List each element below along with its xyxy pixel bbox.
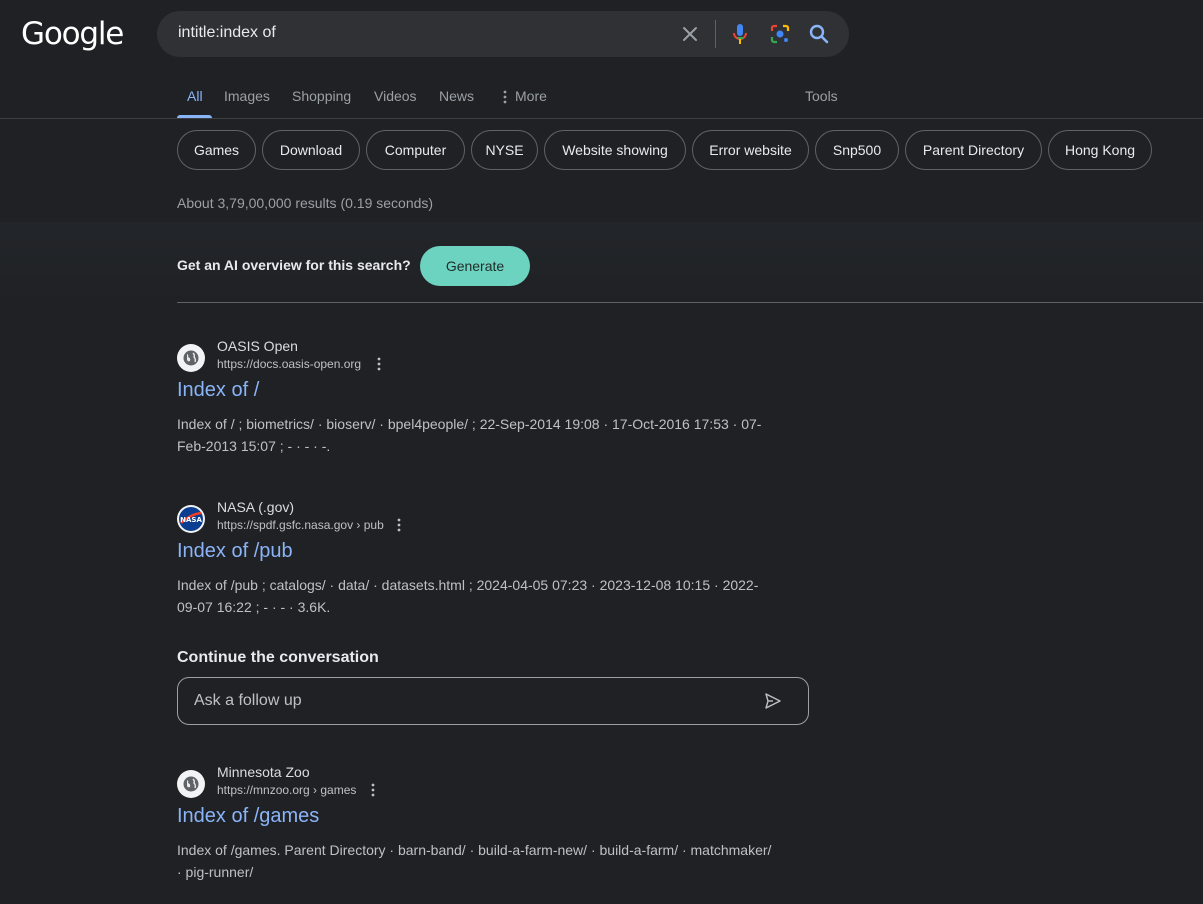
globe-icon (183, 776, 199, 792)
chip-nyse[interactable]: NYSE (471, 130, 538, 170)
tab-videos[interactable]: Videos (374, 88, 417, 104)
follow-up-input[interactable] (194, 678, 754, 724)
result-url[interactable]: https://mnzoo.org › games (217, 783, 356, 797)
follow-up-box (177, 677, 809, 725)
result-snippet: Index of /pub ; catalogs/ · data/ · data… (177, 577, 759, 615)
result-site-name[interactable]: Minnesota Zoo (217, 764, 310, 780)
voice-search-button[interactable] (728, 22, 752, 46)
search-tabs: All Images Shopping Videos News More Too… (0, 78, 1203, 118)
google-logo[interactable]: Google (21, 16, 124, 52)
svg-text:NASA: NASA (180, 516, 202, 524)
result-snippet: Index of /games. Parent Directory · barn… (177, 842, 772, 880)
tools-button[interactable]: Tools (805, 88, 838, 104)
globe-icon (183, 350, 199, 366)
generate-button[interactable]: Generate (420, 246, 530, 286)
google-lens-icon (770, 24, 790, 44)
result-title-link[interactable]: Index of /pub (177, 540, 293, 563)
tab-more[interactable]: More (515, 88, 547, 104)
chip-computer[interactable]: Computer (366, 130, 465, 170)
site-favicon[interactable]: NASA (177, 505, 205, 533)
close-icon (683, 27, 697, 41)
search-icon (809, 24, 829, 44)
more-options-icon[interactable] (367, 782, 379, 798)
more-options-icon[interactable] (393, 517, 405, 533)
more-options-icon[interactable] (373, 356, 385, 372)
site-favicon[interactable] (177, 344, 205, 372)
send-icon[interactable] (764, 692, 782, 710)
tab-shopping[interactable]: Shopping (292, 88, 351, 104)
result-url[interactable]: https://spdf.gsfc.nasa.gov › pub (217, 518, 384, 532)
ai-overview-divider (177, 302, 1203, 303)
clear-search-button[interactable] (678, 22, 702, 46)
result-title-link[interactable]: Index of /games (177, 805, 319, 828)
search-bar-divider (715, 20, 716, 48)
chip-hong-kong[interactable]: Hong Kong (1048, 130, 1152, 170)
tabs-divider (0, 118, 1203, 119)
chip-games[interactable]: Games (177, 130, 256, 170)
nasa-logo-icon: NASA (179, 507, 203, 531)
site-favicon[interactable] (177, 770, 205, 798)
tab-news[interactable]: News (439, 88, 474, 104)
search-bar[interactable]: intitle:index of (157, 11, 849, 57)
tab-images[interactable]: Images (224, 88, 270, 104)
search-input[interactable]: intitle:index of (178, 24, 276, 42)
conversation-heading: Continue the conversation (177, 649, 379, 666)
ai-overview-prompt: Get an AI overview for this search? (177, 257, 411, 273)
lens-search-button[interactable] (768, 22, 792, 46)
chip-parent-directory[interactable]: Parent Directory (905, 130, 1042, 170)
result-url[interactable]: https://docs.oasis-open.org (217, 357, 361, 371)
result-site-name[interactable]: NASA (.gov) (217, 499, 294, 515)
result-stats: About 3,79,00,000 results (0.19 seconds) (177, 195, 434, 211)
search-button[interactable] (807, 22, 831, 46)
microphone-icon (733, 24, 747, 44)
result-site-name[interactable]: OASIS Open (217, 338, 298, 354)
more-vert-icon (503, 90, 507, 104)
result-snippet: Index of / ; biometrics/ · bioserv/ · bp… (177, 416, 762, 454)
chip-download[interactable]: Download (262, 130, 360, 170)
chip-snp500[interactable]: Snp500 (815, 130, 899, 170)
result-title-link[interactable]: Index of / (177, 379, 259, 402)
chip-website-showing[interactable]: Website showing (544, 130, 686, 170)
tab-all[interactable]: All (187, 88, 203, 104)
chip-error-website[interactable]: Error website (692, 130, 809, 170)
